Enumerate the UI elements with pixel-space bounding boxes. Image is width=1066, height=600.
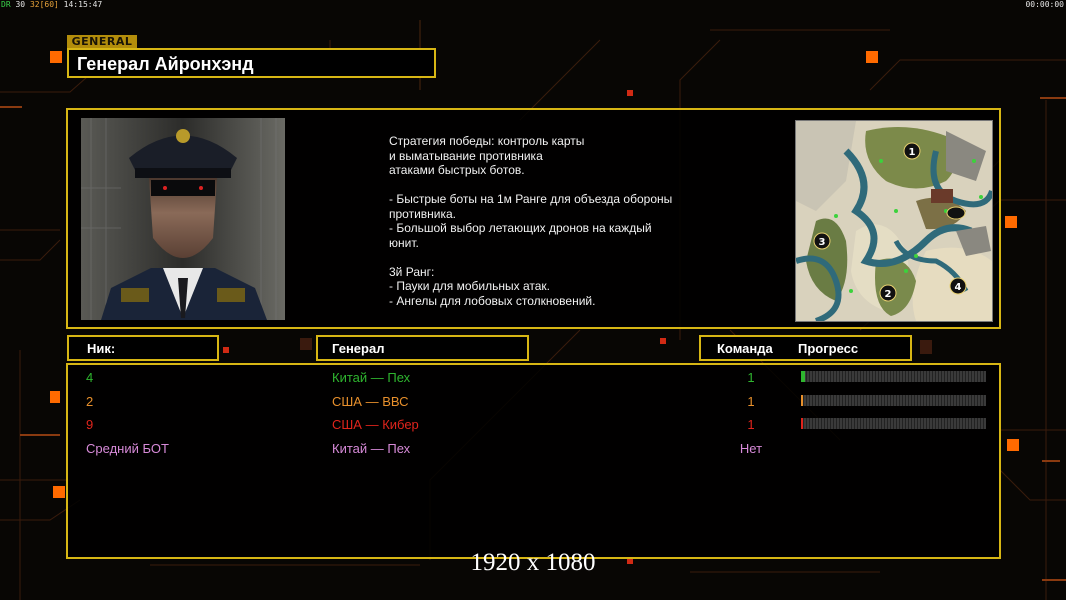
decor-square	[627, 90, 633, 96]
player-team: Нет	[739, 440, 763, 456]
progress-bar-fill	[801, 394, 803, 406]
column-header-general: Генерал	[316, 335, 529, 361]
column-header-nick: Ник:	[67, 335, 219, 361]
decor-square	[660, 338, 666, 344]
player-general: США — Кибер	[332, 417, 419, 432]
general-portrait	[81, 118, 285, 320]
column-header-team-progress: Команда Прогресс	[699, 335, 912, 361]
spawn-label: 3	[819, 237, 826, 248]
progress-bar	[801, 394, 986, 406]
spawn-label: 4	[955, 282, 962, 293]
player-list: 4 Китай — Пех 1 2 США — ВВС 1 9 США — Кибер 1 Сре…	[66, 363, 1001, 559]
player-row[interactable]: 9 США — Кибер 1	[68, 414, 999, 436]
column-header-team-label: Команда	[717, 341, 773, 356]
spawn-label: 1	[909, 147, 916, 158]
decor-square	[866, 51, 878, 63]
progress-bar	[801, 418, 986, 429]
progress-bar	[801, 371, 986, 382]
column-header-general-label: Генерал	[332, 341, 385, 356]
map-preview[interactable]: 1 2 3 4	[795, 120, 993, 322]
strategy-description: Стратегия победы: контроль карты и вымат…	[389, 134, 673, 308]
player-team: 1	[747, 370, 755, 385]
player-row[interactable]: Средний БОТ Китай — Пех Нет	[68, 438, 999, 460]
decor-square	[223, 347, 229, 353]
player-general: Китай — Пех	[332, 440, 411, 456]
progress-bar-fill	[801, 418, 803, 429]
decor-square	[1007, 439, 1019, 451]
general-info-panel: Стратегия победы: контроль карты и вымат…	[66, 108, 1001, 329]
player-nick: Средний БОТ	[86, 440, 169, 456]
hud-timer: 00:00:00	[1025, 0, 1064, 9]
general-name: Генерал Айронхэнд	[77, 54, 254, 74]
decor-square	[50, 51, 62, 63]
player-nick: 9	[86, 417, 94, 432]
decor-square	[50, 391, 60, 403]
player-general: Китай — Пех	[332, 370, 411, 385]
player-nick: 4	[86, 370, 94, 385]
general-tag: GENERAL	[67, 35, 137, 48]
progress-bar-fill	[801, 371, 805, 382]
resolution-label: 1920 x 1080	[470, 549, 596, 576]
hud-fps-limit: [60]	[39, 0, 59, 9]
player-row[interactable]: 2 США — ВВС 1	[68, 391, 999, 413]
player-general: США — ВВС	[332, 393, 409, 409]
decor-square	[300, 338, 312, 350]
column-header-nick-label: Ник:	[87, 341, 116, 356]
hud-clock: 14:15:47	[63, 0, 103, 9]
hud-build: DR	[1, 0, 11, 9]
general-title-box: Генерал Айронхэнд	[67, 48, 436, 78]
hud-stats: DR 30 32[60] 14:15:47	[1, 0, 102, 9]
column-header-progress-label: Прогресс	[798, 341, 859, 356]
hud-fps-target: 32	[29, 0, 40, 9]
hud-fps: 30	[15, 0, 26, 9]
decor-square	[53, 486, 65, 498]
player-team: 1	[747, 417, 755, 432]
player-team: 1	[747, 393, 755, 409]
spawn-label: 2	[885, 289, 892, 300]
decor-square	[920, 340, 932, 354]
player-nick: 2	[86, 393, 94, 409]
player-row[interactable]: 4 Китай — Пех 1	[68, 367, 999, 389]
decor-square	[1005, 216, 1017, 228]
